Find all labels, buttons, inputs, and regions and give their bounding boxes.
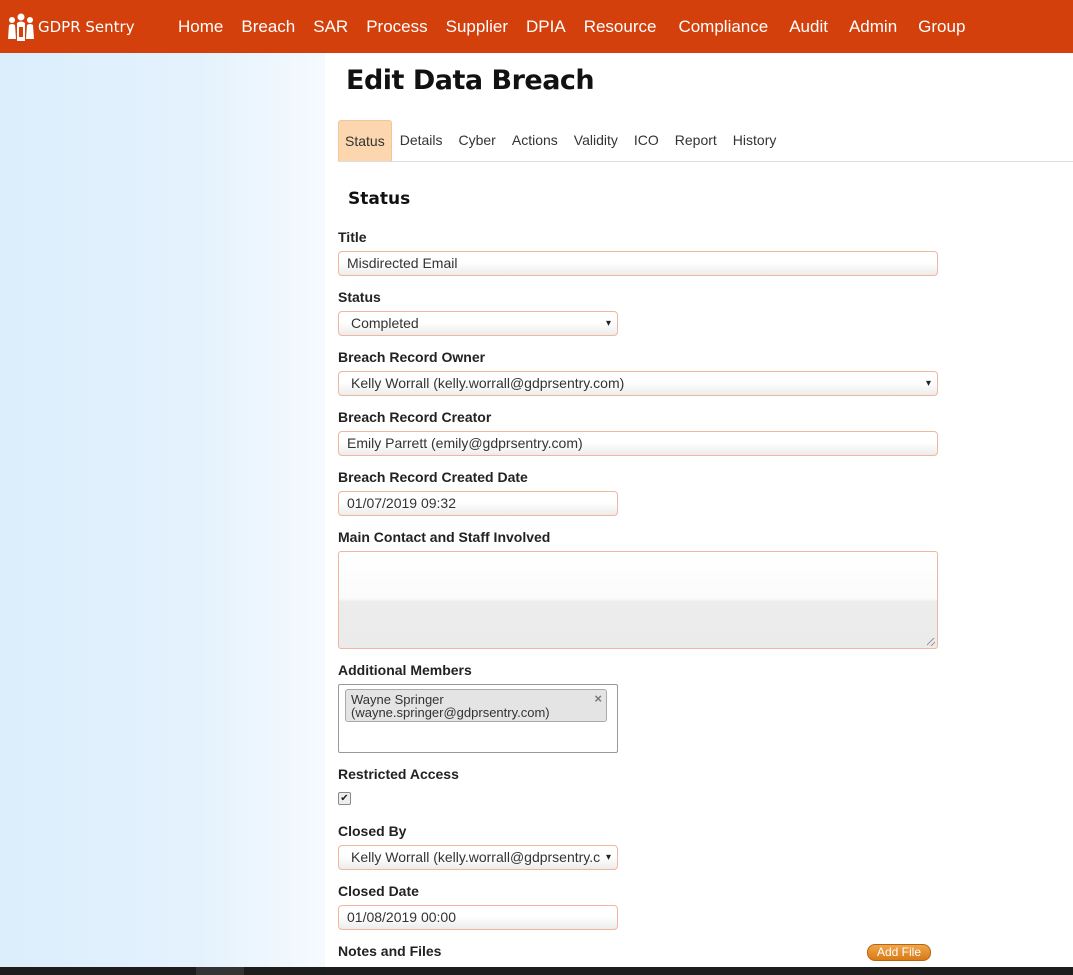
nav-process[interactable]: Process bbox=[357, 0, 436, 53]
notes-label: Notes and Files bbox=[338, 943, 442, 959]
owner-select[interactable]: Kelly Worrall (kelly.worrall@gdprsentry.… bbox=[338, 371, 938, 396]
nav-sar[interactable]: SAR bbox=[304, 0, 357, 53]
tab-details[interactable]: Details bbox=[392, 120, 451, 161]
nav-breach[interactable]: Breach bbox=[232, 0, 304, 53]
closed-by-label: Closed By bbox=[338, 823, 407, 839]
add-file-button[interactable]: Add File bbox=[867, 944, 931, 961]
closed-date-label: Closed Date bbox=[338, 883, 419, 899]
page-title: Edit Data Breach bbox=[346, 65, 595, 96]
members-multiselect[interactable]: Wayne Springer (wayne.springer@gdprsentr… bbox=[338, 684, 618, 753]
brand-name: GDPR Sentry bbox=[38, 17, 135, 36]
nav-home[interactable]: Home bbox=[178, 0, 232, 53]
tab-validity[interactable]: Validity bbox=[566, 120, 626, 161]
tab-bar: Status Details Cyber Actions Validity IC… bbox=[338, 120, 1073, 162]
tab-report[interactable]: Report bbox=[667, 120, 725, 161]
resize-handle-icon[interactable] bbox=[927, 638, 935, 646]
closed-date-input[interactable]: 01/08/2019 00:00 bbox=[338, 905, 618, 930]
status-value: Completed bbox=[351, 315, 419, 331]
nav-compliance[interactable]: Compliance bbox=[665, 0, 780, 53]
tab-ico[interactable]: ICO bbox=[626, 120, 667, 161]
nav-audit[interactable]: Audit bbox=[780, 0, 840, 53]
title-input[interactable]: Misdirected Email bbox=[338, 251, 938, 276]
taskbar bbox=[0, 967, 1073, 975]
nav-admin[interactable]: Admin bbox=[840, 0, 909, 53]
title-label: Title bbox=[338, 229, 367, 245]
tab-status[interactable]: Status bbox=[338, 120, 392, 161]
logo-icon bbox=[8, 13, 34, 41]
side-panel bbox=[0, 53, 325, 967]
nav-dpia[interactable]: DPIA bbox=[517, 0, 575, 53]
status-select[interactable]: Completed ▾ bbox=[338, 311, 618, 336]
top-navbar: GDPR Sentry Home Breach SAR Process Supp… bbox=[0, 0, 1073, 53]
created-date-input[interactable]: 01/07/2019 09:32 bbox=[338, 491, 618, 516]
chevron-down-icon: ▾ bbox=[925, 378, 931, 389]
close-icon[interactable]: × bbox=[594, 692, 602, 705]
members-label: Additional Members bbox=[338, 662, 472, 678]
status-label: Status bbox=[338, 289, 381, 305]
restricted-checkbox[interactable]: ✔ bbox=[338, 792, 351, 805]
nav-group[interactable]: Group bbox=[909, 0, 974, 53]
closed-by-select[interactable]: Kelly Worrall (kelly.worrall@gdprsentry.… bbox=[338, 845, 618, 870]
created-date-label: Breach Record Created Date bbox=[338, 469, 528, 485]
tab-history[interactable]: History bbox=[725, 120, 785, 161]
chevron-down-icon: ▾ bbox=[605, 852, 611, 863]
owner-label: Breach Record Owner bbox=[338, 349, 486, 365]
nav-resource[interactable]: Resource bbox=[575, 0, 666, 53]
nav-supplier[interactable]: Supplier bbox=[437, 0, 517, 53]
closed-by-value: Kelly Worrall (kelly.worrall@gdprsentry.… bbox=[351, 849, 601, 865]
taskbar-segment bbox=[196, 967, 244, 975]
tab-actions[interactable]: Actions bbox=[504, 120, 566, 161]
contact-label: Main Contact and Staff Involved bbox=[338, 529, 551, 545]
owner-value: Kelly Worrall (kelly.worrall@gdprsentry.… bbox=[351, 375, 625, 391]
section-title: Status bbox=[348, 189, 411, 209]
chevron-down-icon: ▾ bbox=[605, 318, 611, 329]
member-tag: Wayne Springer (wayne.springer@gdprsentr… bbox=[345, 689, 607, 722]
member-email: (wayne.springer@gdprsentry.com) bbox=[351, 705, 550, 720]
restricted-label: Restricted Access bbox=[338, 766, 459, 782]
contact-textarea[interactable] bbox=[338, 551, 938, 649]
tab-cyber[interactable]: Cyber bbox=[451, 120, 504, 161]
creator-label: Breach Record Creator bbox=[338, 409, 492, 425]
brand[interactable]: GDPR Sentry bbox=[0, 0, 178, 53]
creator-input[interactable]: Emily Parrett (emily@gdprsentry.com) bbox=[338, 431, 938, 456]
